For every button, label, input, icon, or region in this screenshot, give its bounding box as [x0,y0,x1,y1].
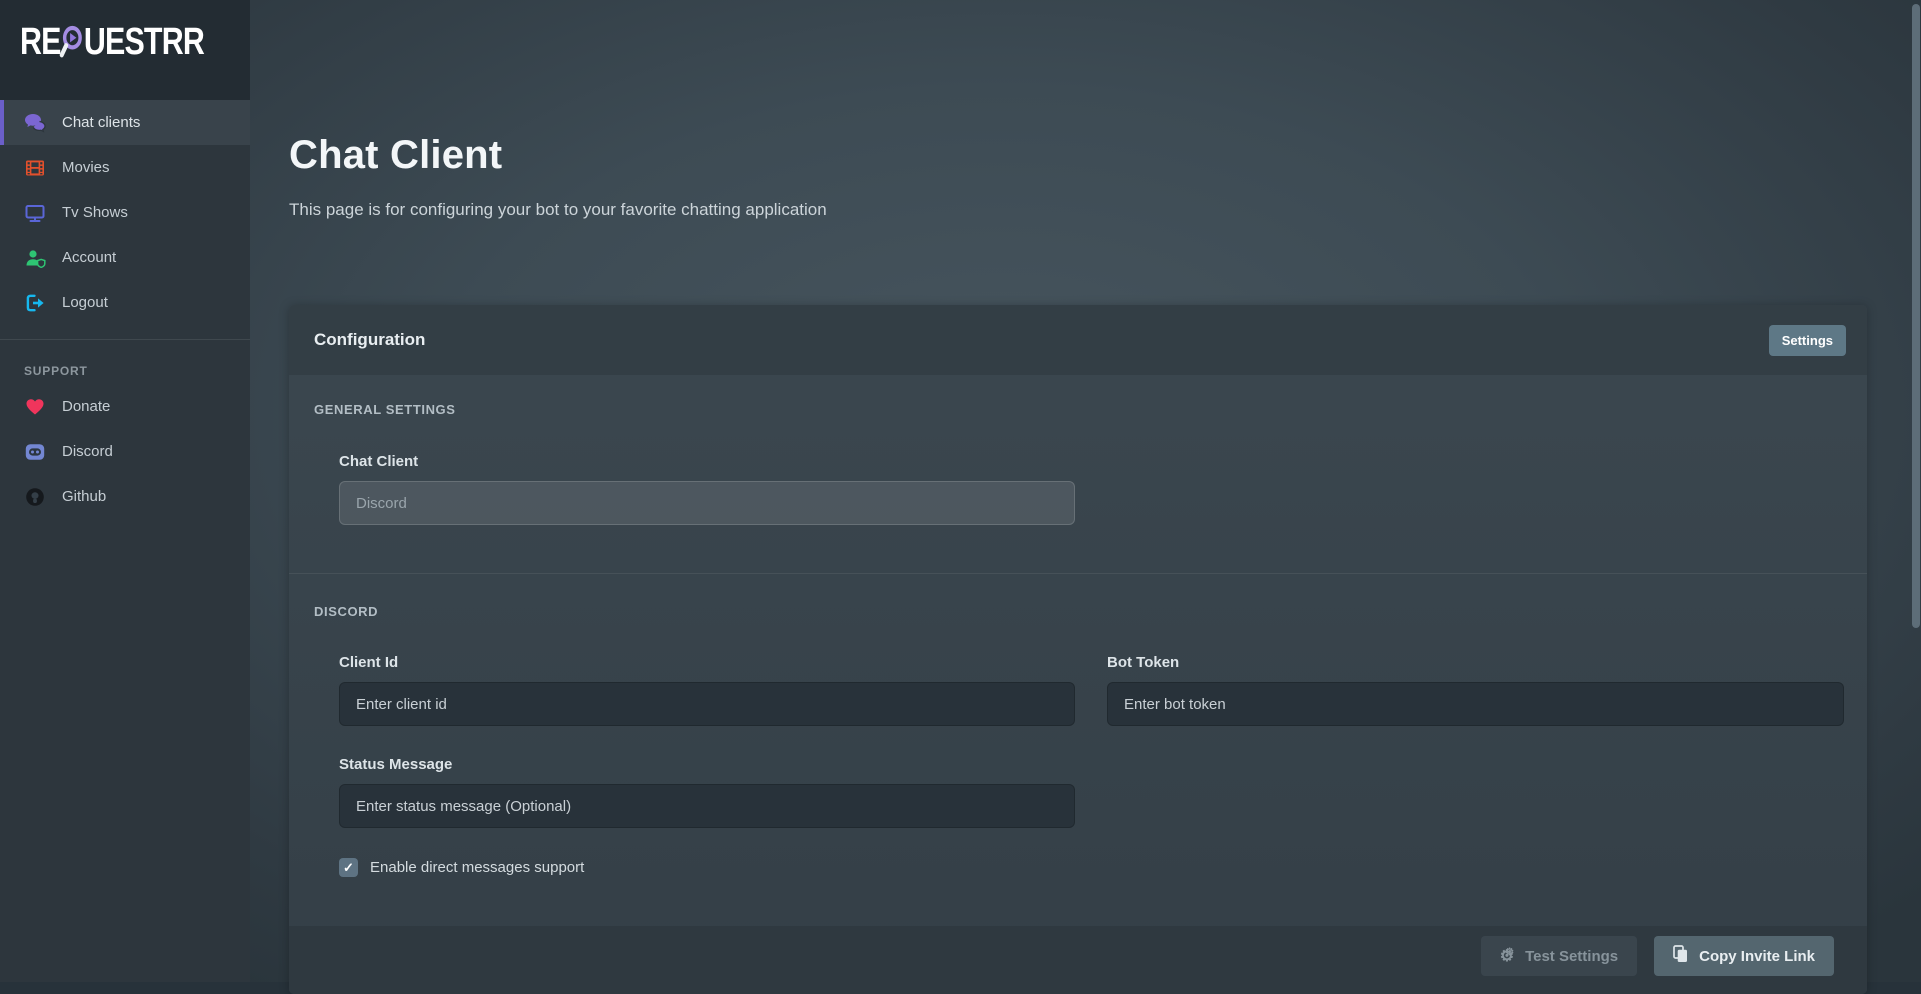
support-section-title: SUPPORT [24,364,250,378]
discord-credentials-row: Client Id Bot Token [339,654,1842,726]
status-message-group: Status Message [339,756,1842,828]
dm-support-checkbox[interactable] [339,858,358,877]
page-subtitle: This page is for configuring your bot to… [289,200,1921,220]
configuration-card-header: Configuration Settings [289,305,1867,375]
sidebar-item-label: Tv Shows [62,204,128,221]
sidebar-item-logout[interactable]: Logout [0,280,250,325]
sidebar-divider [0,339,250,340]
sidebar-item-movies[interactable]: Movies [0,145,250,190]
sidebar-item-label: Github [62,488,106,505]
test-settings-button[interactable]: ⚙⚙ Test Settings [1481,936,1637,976]
user-shield-icon [24,248,46,268]
section-divider [289,573,1867,574]
sidebar-item-account[interactable]: Account [0,235,250,280]
client-id-group: Client Id [339,654,1075,726]
film-icon [24,158,46,178]
sidebar-item-donate[interactable]: Donate [0,384,250,429]
general-settings-section-title: GENERAL SETTINGS [314,402,1842,417]
sidebar-item-label: Movies [62,159,110,176]
requestrr-logo: RE UESTRR [20,16,204,68]
logo-area: RE UESTRR [0,0,250,100]
configuration-title: Configuration [314,330,425,350]
logo-text-pre: RE [20,21,61,64]
sidebar-item-chat-clients[interactable]: Chat clients [0,100,250,145]
client-id-label: Client Id [339,654,1075,671]
scrollbar-thumb[interactable] [1912,4,1920,628]
chat-bubbles-icon [24,113,46,133]
sidebar-item-discord[interactable]: Discord [0,429,250,474]
cogs-icon: ⚙⚙ [1500,948,1514,965]
sidebar-item-label: Chat clients [62,114,140,131]
discord-icon [24,442,46,462]
main-content: Chat Client This page is for configuring… [250,0,1921,982]
github-icon [24,487,46,507]
chat-client-select [339,481,1075,525]
sidebar-item-label: Donate [62,398,110,415]
sidebar-item-github[interactable]: Github [0,474,250,519]
sidebar-item-label: Logout [62,294,108,311]
tv-icon [24,203,46,223]
app-root: RE UESTRR Chat clients [0,0,1921,982]
page-title: Chat Client [289,133,1921,178]
sidebar-item-label: Discord [62,443,113,460]
dm-support-label: Enable direct messages support [370,859,584,876]
magnifier-play-q-icon [59,16,85,68]
general-settings-group: Chat Client [339,453,1842,525]
client-id-input[interactable] [339,682,1075,726]
copy-icon [1673,945,1688,967]
configuration-card-body: GENERAL SETTINGS Chat Client DISCORD Cli… [289,375,1867,877]
chat-client-label: Chat Client [339,453,1842,470]
discord-section-title: DISCORD [314,604,1842,619]
configuration-card: Configuration Settings GENERAL SETTINGS … [289,305,1867,994]
bot-token-label: Bot Token [1107,654,1844,671]
dm-support-row: Enable direct messages support [339,858,1842,877]
heart-icon [24,397,46,416]
sidebar: RE UESTRR Chat clients [0,0,250,982]
status-message-label: Status Message [339,756,1842,773]
sign-out-icon [24,293,46,313]
sidebar-item-label: Account [62,249,116,266]
sidebar-item-tv-shows[interactable]: Tv Shows [0,190,250,235]
copy-invite-link-button[interactable]: Copy Invite Link [1654,936,1834,976]
settings-button[interactable]: Settings [1769,325,1846,356]
status-message-input[interactable] [339,784,1075,828]
logo-text-post: UESTRR [84,21,204,64]
sidebar-nav: Chat clients Movies [0,100,250,519]
copy-invite-link-label: Copy Invite Link [1699,948,1815,965]
bot-token-input[interactable] [1107,682,1844,726]
bot-token-group: Bot Token [1107,654,1844,726]
configuration-card-footer: ⚙⚙ Test Settings Copy Invite Link [289,926,1867,994]
test-settings-label: Test Settings [1525,948,1618,965]
